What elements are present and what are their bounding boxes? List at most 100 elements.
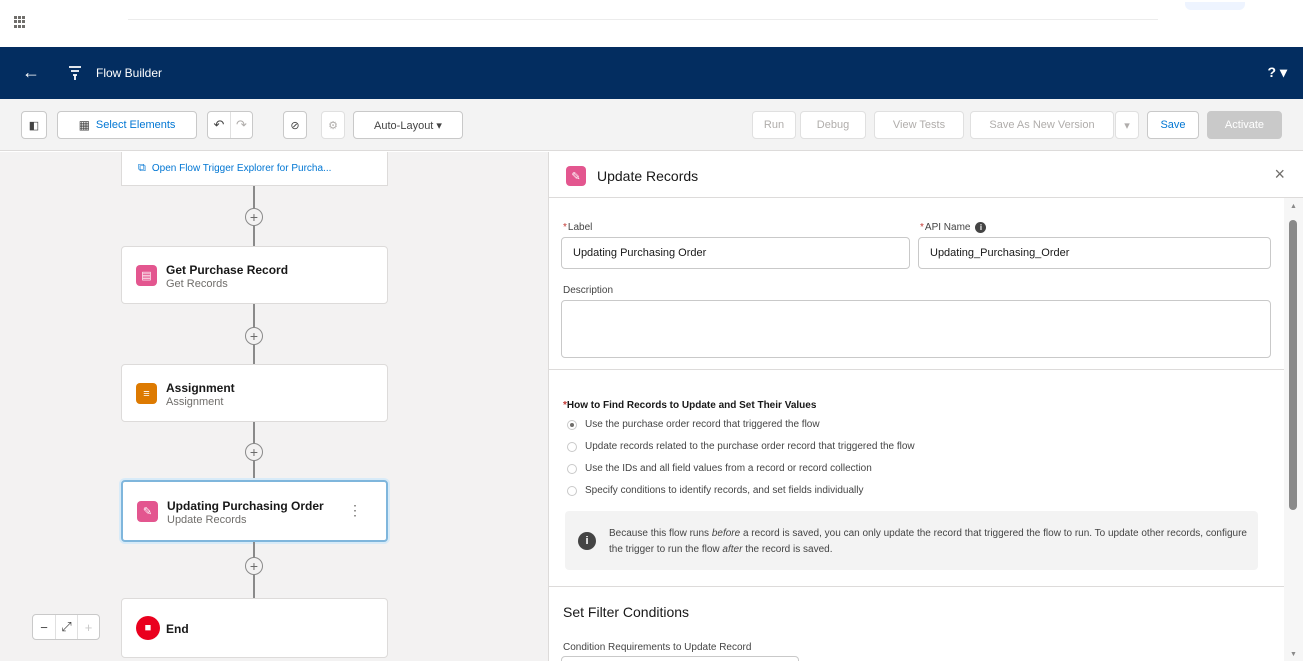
filter-conditions-title: Set Filter Conditions bbox=[563, 604, 690, 620]
label-field-label: *Label bbox=[563, 222, 593, 233]
api-name-input[interactable]: Updating_Purchasing_Order bbox=[918, 237, 1271, 269]
debug-label: Debug bbox=[816, 119, 850, 131]
chevron-down-icon: ▾ bbox=[1124, 119, 1130, 132]
save-as-new-version-button[interactable]: Save As New Version bbox=[970, 111, 1114, 139]
radio-label: Use the purchase order record that trigg… bbox=[585, 419, 820, 430]
select-elements-icon: ▦ bbox=[78, 118, 90, 132]
radio-option-record-collection[interactable]: Use the IDs and all field values from a … bbox=[567, 463, 872, 474]
undo-redo-group: ↶ ↷ bbox=[207, 111, 253, 139]
top-pill-decoration bbox=[1185, 2, 1245, 10]
label-input[interactable]: Updating Purchasing Order bbox=[561, 237, 910, 269]
panel-toggle-icon: ◧ bbox=[28, 119, 40, 132]
zoom-controls: − ⤢ + bbox=[32, 614, 100, 640]
scroll-down-icon[interactable]: ▼ bbox=[1290, 651, 1297, 658]
update-records-panel: ✎ Update Records × *Label Updating Purch… bbox=[549, 152, 1303, 661]
no-errors-icon: ⊘ bbox=[290, 119, 300, 132]
activate-label: Activate bbox=[1224, 119, 1265, 131]
api-name-field-label: *API Name i bbox=[920, 222, 987, 233]
global-search-area bbox=[128, 6, 1158, 20]
trigger-link-label: Open Flow Trigger Explorer for Purcha... bbox=[151, 163, 332, 174]
save-menu-dropdown[interactable]: ▾ bbox=[1115, 111, 1139, 139]
description-label: Description bbox=[563, 285, 614, 296]
node-menu-icon[interactable]: ⋮ bbox=[348, 502, 362, 519]
select-elements-label: Select Elements bbox=[95, 119, 176, 131]
toolbar: ◧ ▦ Select Elements ↶ ↷ ⊘ ⚙ Auto-Layout … bbox=[0, 99, 1303, 151]
node-get-purchase-record[interactable]: ▤ Get Purchase Record Get Records bbox=[121, 246, 388, 304]
view-tests-button[interactable]: View Tests bbox=[874, 111, 964, 139]
gear-icon: ⚙ bbox=[328, 119, 338, 132]
panel-title: Update Records bbox=[597, 168, 699, 184]
radio-label: Use the IDs and all field values from a … bbox=[585, 463, 872, 474]
activate-button[interactable]: Activate bbox=[1207, 111, 1282, 139]
save-button[interactable]: Save bbox=[1147, 111, 1199, 139]
save-as-new-version-label: Save As New Version bbox=[989, 119, 1095, 131]
node-end[interactable]: ■ End bbox=[121, 598, 388, 658]
radio-button[interactable] bbox=[567, 441, 577, 452]
back-arrow-icon[interactable]: ← bbox=[22, 63, 40, 81]
scrollbar-thumb[interactable] bbox=[1289, 220, 1297, 510]
description-textarea[interactable] bbox=[561, 300, 1271, 358]
undo-icon[interactable]: ↶ bbox=[208, 112, 230, 138]
end-stop-icon: ■ bbox=[136, 616, 160, 640]
node-title: End bbox=[166, 622, 189, 636]
add-element-plus-icon[interactable]: + bbox=[245, 208, 263, 226]
update-records-icon: ✎ bbox=[137, 501, 158, 522]
add-element-plus-icon[interactable]: + bbox=[245, 327, 263, 345]
update-records-icon: ✎ bbox=[566, 166, 586, 186]
zoom-out-icon[interactable]: − bbox=[33, 615, 55, 639]
radio-option-related-records[interactable]: Update records related to the purchase o… bbox=[567, 441, 915, 452]
node-subtitle: Get Records bbox=[166, 278, 228, 290]
radio-label: Specify conditions to identify records, … bbox=[585, 485, 864, 496]
radio-button[interactable] bbox=[567, 485, 577, 496]
run-label: Run bbox=[763, 119, 785, 131]
fit-view-icon[interactable]: ⤢ bbox=[55, 615, 77, 639]
run-button[interactable]: Run bbox=[752, 111, 796, 139]
section-divider bbox=[549, 586, 1284, 587]
layout-label: Auto-Layout ▾ bbox=[374, 119, 442, 132]
condition-requirements-label: Condition Requirements to Update Record bbox=[563, 642, 752, 653]
redo-icon[interactable]: ↷ bbox=[230, 112, 252, 138]
node-updating-purchasing-order[interactable]: ✎ Updating Purchasing Order Update Recor… bbox=[121, 480, 388, 542]
scroll-up-icon[interactable]: ▲ bbox=[1290, 203, 1297, 210]
add-element-plus-icon[interactable]: + bbox=[245, 557, 263, 575]
notice-text: Because this flow runs before a record i… bbox=[609, 528, 1247, 555]
panel-header: ✎ Update Records × bbox=[549, 152, 1303, 198]
before-save-notice: i Because this flow runs before a record… bbox=[565, 511, 1258, 570]
radio-button[interactable] bbox=[567, 463, 577, 474]
radio-option-triggering-record[interactable]: Use the purchase order record that trigg… bbox=[567, 419, 820, 430]
section-divider bbox=[549, 369, 1284, 370]
close-icon[interactable]: × bbox=[1274, 164, 1285, 185]
debug-button[interactable]: Debug bbox=[800, 111, 866, 139]
errors-button[interactable]: ⊘ bbox=[283, 111, 307, 139]
info-icon: i bbox=[578, 532, 596, 550]
panel-scrollbar[interactable]: ▲ ▼ bbox=[1284, 198, 1303, 661]
radio-button[interactable] bbox=[567, 419, 577, 430]
assignment-icon: ≡ bbox=[136, 383, 157, 404]
flow-canvas[interactable]: ⧉ Open Flow Trigger Explorer for Purcha.… bbox=[0, 152, 549, 661]
view-tests-label: View Tests bbox=[892, 119, 946, 131]
node-title: Assignment bbox=[166, 381, 235, 395]
layout-dropdown[interactable]: Auto-Layout ▾ bbox=[353, 111, 463, 139]
info-icon[interactable]: i bbox=[975, 222, 987, 233]
app-launcher-bar bbox=[0, 0, 1303, 47]
zoom-in-icon[interactable]: + bbox=[77, 615, 99, 639]
help-menu-button[interactable]: ? ▾ bbox=[1268, 64, 1287, 81]
node-subtitle: Update Records bbox=[167, 514, 247, 526]
get-records-icon: ▤ bbox=[136, 265, 157, 286]
flow-builder-header: ← Flow Builder ? ▾ bbox=[0, 47, 1303, 99]
add-element-plus-icon[interactable]: + bbox=[245, 443, 263, 461]
toggle-panel-button[interactable]: ◧ bbox=[21, 111, 47, 139]
node-subtitle: Assignment bbox=[166, 396, 224, 408]
settings-button[interactable]: ⚙ bbox=[321, 111, 345, 139]
how-to-find-title: *How to Find Records to Update and Set T… bbox=[563, 400, 817, 411]
external-link-icon: ⧉ bbox=[138, 162, 146, 174]
app-launcher-icon[interactable] bbox=[14, 16, 26, 28]
open-trigger-explorer-link[interactable]: ⧉ Open Flow Trigger Explorer for Purcha.… bbox=[121, 152, 388, 186]
condition-requirements-select[interactable] bbox=[561, 656, 799, 661]
radio-option-specify-conditions[interactable]: Specify conditions to identify records, … bbox=[567, 485, 863, 496]
node-assignment[interactable]: ≡ Assignment Assignment bbox=[121, 364, 388, 422]
select-elements-button[interactable]: ▦ Select Elements bbox=[57, 111, 197, 139]
node-title: Get Purchase Record bbox=[166, 263, 289, 277]
node-title: Updating Purchasing Order bbox=[167, 499, 324, 513]
save-label: Save bbox=[1160, 119, 1186, 131]
